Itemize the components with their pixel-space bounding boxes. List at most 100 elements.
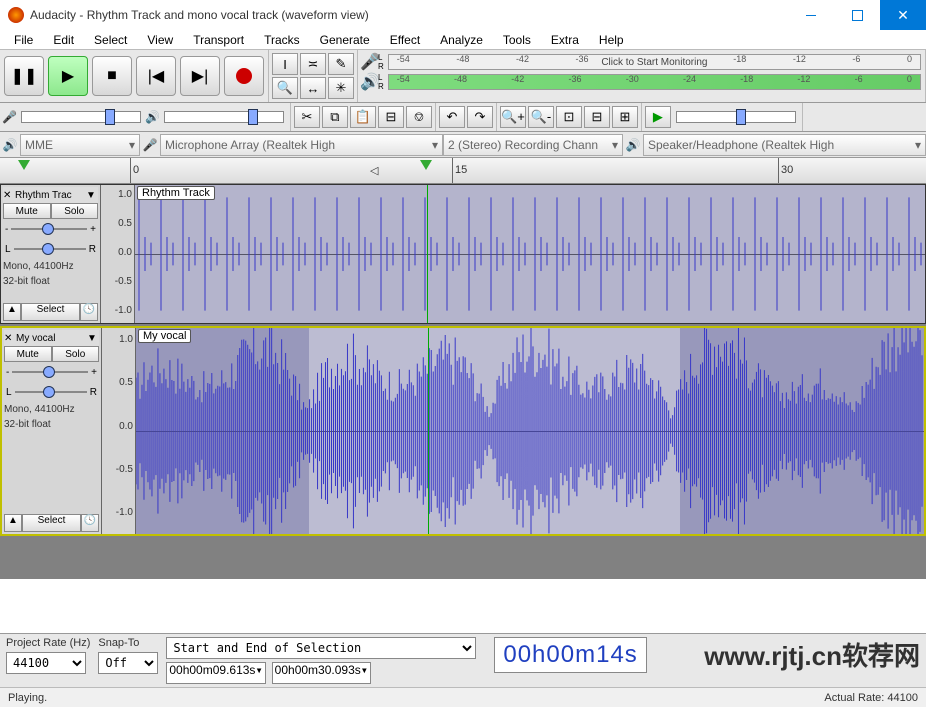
sync-lock-icon[interactable]: 🕓 bbox=[81, 514, 99, 532]
paste-button[interactable]: 📋 bbox=[350, 106, 376, 128]
watermark: www.rjtj.cn软荐网 bbox=[704, 636, 920, 673]
zoom-tool[interactable]: 🔍 bbox=[272, 77, 298, 99]
timeshift-tool[interactable]: ↔ bbox=[300, 77, 326, 99]
zoom-toggle-button[interactable]: ⊞ bbox=[612, 106, 638, 128]
sync-lock-icon[interactable]: 🕓 bbox=[80, 303, 98, 321]
pause-button[interactable]: ❚❚ bbox=[4, 56, 44, 96]
trim-button[interactable]: ⊟ bbox=[378, 106, 404, 128]
selection-end[interactable]: 00h00m30.093s▾ bbox=[272, 662, 371, 684]
play-button[interactable]: ▶ bbox=[48, 56, 88, 96]
track-select-button[interactable]: Select bbox=[21, 303, 80, 321]
mixer-toolbar: 🎤 🔊 bbox=[0, 103, 291, 131]
menu-extra[interactable]: Extra bbox=[541, 31, 589, 49]
host-combo[interactable]: MME▾ bbox=[20, 134, 140, 156]
clip-name[interactable]: My vocal bbox=[138, 329, 191, 343]
menu-tools[interactable]: Tools bbox=[493, 31, 541, 49]
project-rate-label: Project Rate (Hz) bbox=[6, 637, 90, 649]
menu-edit[interactable]: Edit bbox=[43, 31, 84, 49]
draw-tool[interactable]: ✎ bbox=[328, 53, 354, 75]
menu-help[interactable]: Help bbox=[589, 31, 634, 49]
track-menu-icon[interactable]: ▼ bbox=[87, 333, 99, 344]
timeline-ruler[interactable]: ◁ 0 15 30 bbox=[0, 158, 926, 184]
undo-button[interactable]: ↶ bbox=[439, 106, 465, 128]
recording-meter[interactable]: -54 -48 -42 -36 . . -18 -12 -6 0 Click t… bbox=[388, 54, 921, 70]
zoom-toolbar: 🔍+ 🔍- ⊡ ⊟ ⊞ bbox=[497, 103, 642, 131]
zoom-fit-sel-button[interactable]: ⊡ bbox=[556, 106, 582, 128]
rec-vol-icon: 🎤 bbox=[2, 110, 17, 124]
zoom-out-button[interactable]: 🔍- bbox=[528, 106, 554, 128]
waveform[interactable]: Rhythm Track bbox=[135, 185, 925, 323]
app-icon bbox=[8, 7, 24, 23]
project-rate-combo[interactable]: 44100 bbox=[6, 652, 86, 674]
redo-button[interactable]: ↷ bbox=[467, 106, 493, 128]
record-button[interactable] bbox=[224, 56, 264, 96]
track-format: Mono, 44100Hz bbox=[4, 402, 99, 417]
track-0: ✕ Rhythm Trac ▼ Mute Solo -+ LR Mono, 44… bbox=[0, 184, 926, 324]
track-menu-icon[interactable]: ▼ bbox=[86, 190, 98, 201]
cut-button[interactable]: ✂ bbox=[294, 106, 320, 128]
solo-button[interactable]: Solo bbox=[51, 203, 99, 219]
zoom-fit-button[interactable]: ⊟ bbox=[584, 106, 610, 128]
track-select-button[interactable]: Select bbox=[22, 514, 81, 532]
input-combo[interactable]: Microphone Array (Realtek High▾ bbox=[160, 134, 443, 156]
track-close-icon[interactable]: ✕ bbox=[3, 190, 15, 201]
playhead bbox=[427, 185, 428, 323]
titlebar: Audacity - Rhythm Track and mono vocal t… bbox=[0, 0, 926, 30]
maximize-button[interactable] bbox=[834, 0, 880, 30]
gain-slider[interactable]: -+ bbox=[4, 362, 99, 382]
track-control-panel: ✕ My vocal ▼ Mute Solo -+ LR Mono, 44100… bbox=[2, 328, 102, 534]
mic-icon: 🎤 bbox=[360, 52, 378, 72]
close-button[interactable] bbox=[880, 0, 926, 30]
stop-button[interactable]: ■ bbox=[92, 56, 132, 96]
selection-mode-combo[interactable]: Start and End of Selection bbox=[166, 637, 476, 659]
collapse-button[interactable]: ▲ bbox=[3, 303, 21, 321]
skip-start-button[interactable]: |◀ bbox=[136, 56, 176, 96]
mute-button[interactable]: Mute bbox=[3, 203, 51, 219]
gain-slider[interactable]: -+ bbox=[3, 219, 98, 239]
channels-combo[interactable]: 2 (Stereo) Recording Chann▾ bbox=[443, 134, 623, 156]
menu-file[interactable]: File bbox=[4, 31, 43, 49]
silence-button[interactable]: ⎊ bbox=[406, 106, 432, 128]
menu-tracks[interactable]: Tracks bbox=[254, 31, 310, 49]
window-buttons bbox=[788, 0, 926, 30]
speed-slider[interactable] bbox=[676, 111, 796, 123]
minimize-button[interactable] bbox=[788, 0, 834, 30]
play-vol-icon: 🔊 bbox=[145, 110, 160, 124]
audio-position[interactable]: 00h00m14s bbox=[494, 637, 646, 673]
playback-meter[interactable]: -54 -48 -42 -36 -30 -24 -18 -12 -6 0 bbox=[388, 74, 921, 90]
clip-name[interactable]: Rhythm Track bbox=[137, 186, 215, 200]
copy-button[interactable]: ⧉ bbox=[322, 106, 348, 128]
zoom-in-button[interactable]: 🔍+ bbox=[500, 106, 526, 128]
menu-transport[interactable]: Transport bbox=[183, 31, 254, 49]
selection-start[interactable]: 00h00m09.613s▾ bbox=[166, 662, 265, 684]
rec-volume-slider[interactable] bbox=[21, 111, 141, 123]
play-volume-slider[interactable] bbox=[164, 111, 284, 123]
playatspeed-button[interactable]: ▶ bbox=[645, 106, 671, 128]
vertical-scale[interactable]: 1.00.50.0-0.5-1.0 bbox=[102, 328, 136, 534]
menu-generate[interactable]: Generate bbox=[310, 31, 380, 49]
menu-select[interactable]: Select bbox=[84, 31, 137, 49]
speaker-icon: 🔊 bbox=[360, 72, 378, 92]
skip-end-button[interactable]: ▶| bbox=[180, 56, 220, 96]
play-start-triangle[interactable] bbox=[18, 160, 30, 170]
solo-button[interactable]: Solo bbox=[52, 346, 100, 362]
selection-tool[interactable]: I bbox=[272, 53, 298, 75]
selection-triangle[interactable] bbox=[420, 160, 432, 170]
track-name[interactable]: Rhythm Trac bbox=[15, 190, 86, 201]
multi-tool[interactable]: ✳ bbox=[328, 77, 354, 99]
waveform[interactable]: My vocal bbox=[136, 328, 924, 534]
track-close-icon[interactable]: ✕ bbox=[4, 333, 16, 344]
envelope-tool[interactable]: ≍ bbox=[300, 53, 326, 75]
menu-effect[interactable]: Effect bbox=[380, 31, 430, 49]
collapse-button[interactable]: ▲ bbox=[4, 514, 22, 532]
output-dev-icon: 🔊 bbox=[623, 138, 643, 152]
pan-slider[interactable]: LR bbox=[4, 382, 99, 402]
menu-analyze[interactable]: Analyze bbox=[430, 31, 493, 49]
track-name[interactable]: My vocal bbox=[16, 333, 87, 344]
snap-combo[interactable]: Off bbox=[98, 652, 158, 674]
mute-button[interactable]: Mute bbox=[4, 346, 52, 362]
output-combo[interactable]: Speaker/Headphone (Realtek High▾ bbox=[643, 134, 926, 156]
vertical-scale[interactable]: 1.00.50.0-0.5-1.0 bbox=[101, 185, 135, 323]
pan-slider[interactable]: LR bbox=[3, 239, 98, 259]
menu-view[interactable]: View bbox=[137, 31, 183, 49]
